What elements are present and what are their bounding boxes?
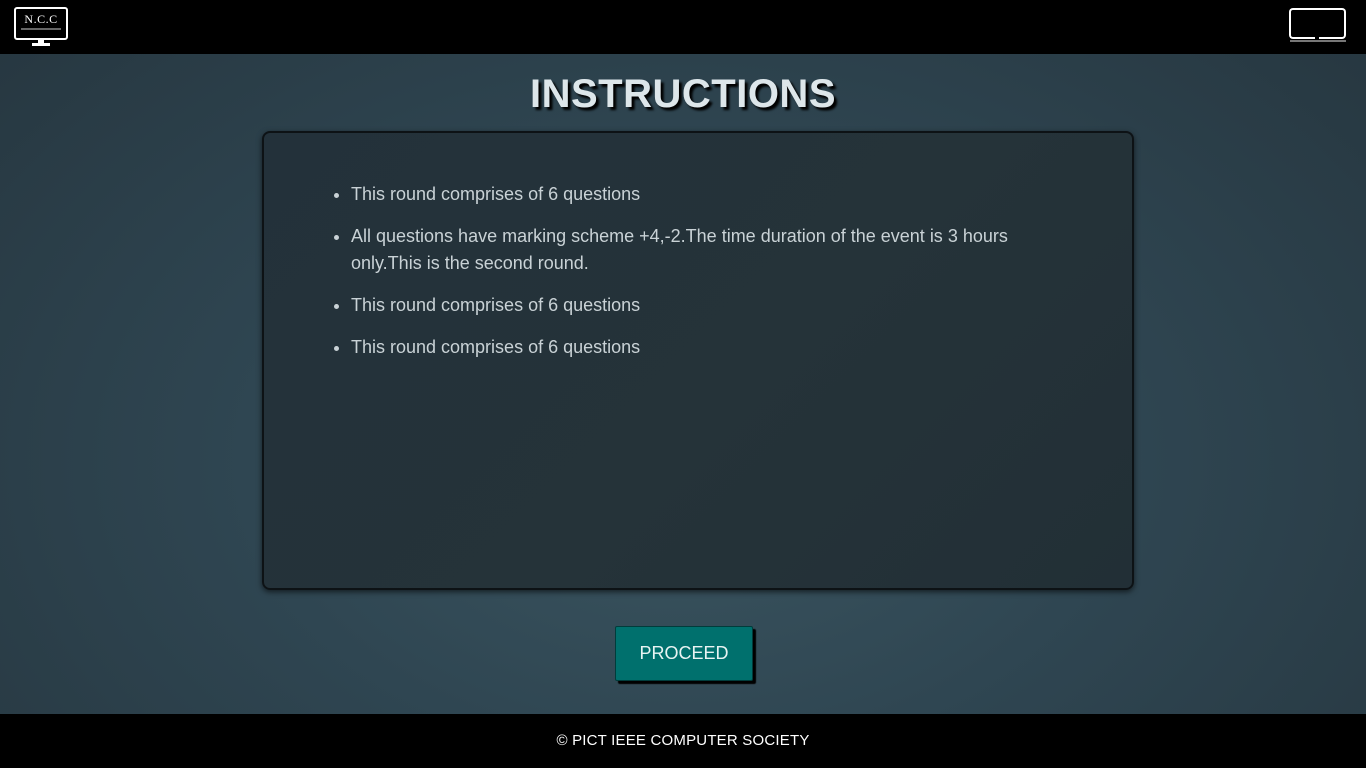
- ncc-logo-monitor-icon: N.C.C: [14, 7, 68, 40]
- ncc-logo-base: [32, 43, 50, 46]
- instruction-item: All questions have marking scheme +4,-2.…: [351, 223, 1041, 277]
- instructions-list: This round comprises of 6 questions All …: [351, 181, 1041, 376]
- credenz-logo-right-bracket: [1319, 8, 1346, 39]
- credenz-logo[interactable]: [1288, 7, 1348, 47]
- ncc-logo[interactable]: N.C.C: [14, 7, 68, 47]
- top-navbar: N.C.C: [0, 0, 1366, 54]
- ncc-logo-text: N.C.C: [24, 12, 58, 26]
- credenz-logo-tagline: [1290, 40, 1346, 42]
- instruction-item: This round comprises of 6 questions: [351, 181, 1041, 208]
- page-title: INSTRUCTIONS: [530, 72, 836, 116]
- footer: © PICT IEEE COMPUTER SOCIETY: [0, 714, 1366, 768]
- footer-copyright: © PICT IEEE COMPUTER SOCIETY: [556, 732, 810, 749]
- proceed-button[interactable]: PROCEED: [615, 626, 753, 681]
- instruction-item: This round comprises of 6 questions: [351, 292, 1041, 319]
- instructions-panel: This round comprises of 6 questions All …: [262, 131, 1134, 590]
- credenz-logo-left-bracket: [1289, 8, 1315, 39]
- instruction-item: This round comprises of 6 questions: [351, 334, 1041, 361]
- ncc-logo-subtitle-line: [21, 28, 61, 30]
